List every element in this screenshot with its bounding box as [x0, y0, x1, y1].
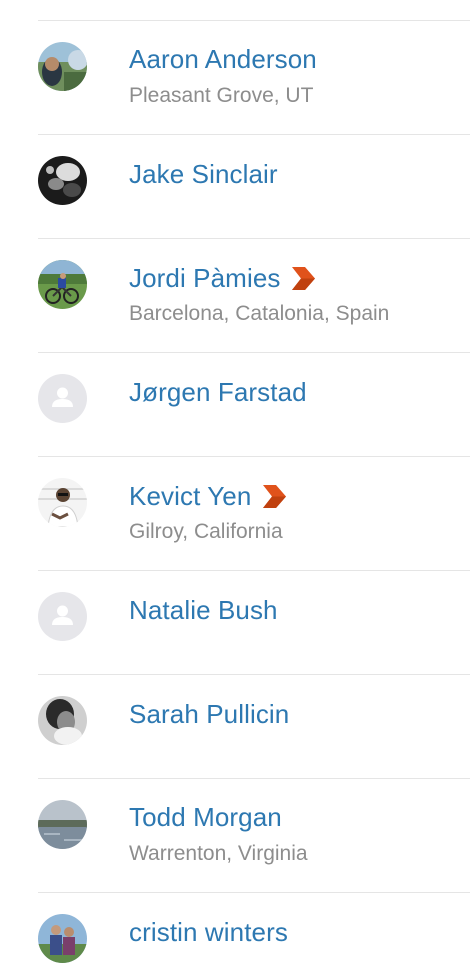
athlete-name[interactable]: Todd Morgan	[129, 802, 282, 832]
photo-bw-avatar	[38, 156, 87, 205]
athlete-name[interactable]: Jake Sinclair	[129, 159, 278, 189]
photo-lake-avatar	[38, 800, 87, 849]
athlete-name[interactable]: Kevict Yen	[129, 481, 251, 511]
athlete-avatar[interactable]	[38, 800, 87, 849]
athlete-name[interactable]: Sarah Pullicin	[129, 699, 289, 729]
photo-bw-portrait-avatar	[38, 696, 87, 745]
athlete-avatar[interactable]	[38, 478, 87, 527]
photo-landscape-avatar	[38, 42, 87, 91]
athlete-avatar[interactable]	[38, 696, 87, 745]
person-silhouette-icon	[38, 592, 87, 641]
photo-cyclist-avatar	[38, 260, 87, 309]
athlete-row[interactable]: Jørgen Farstad	[0, 353, 470, 456]
athlete-row[interactable]: Aaron Anderson Pleasant Grove, UT	[0, 21, 470, 134]
athlete-avatar[interactable]	[38, 592, 87, 641]
athlete-location: Warrenton, Virginia	[129, 842, 308, 865]
photo-person-avatar	[38, 478, 87, 527]
athlete-name[interactable]: Jørgen Farstad	[129, 377, 307, 407]
athlete-name[interactable]: cristin winters	[129, 917, 288, 947]
athlete-location: Gilroy, California	[129, 520, 283, 543]
athlete-row[interactable]: Jake Sinclair	[0, 135, 470, 238]
athlete-name[interactable]: Aaron Anderson	[129, 44, 317, 74]
person-silhouette-icon	[38, 374, 87, 423]
athlete-row[interactable]: cristin winters	[0, 893, 470, 976]
athlete-avatar[interactable]	[38, 260, 87, 309]
athlete-list: Aaron Anderson Pleasant Grove, UT Jake S…	[0, 0, 470, 976]
athlete-row[interactable]: Natalie Bush	[0, 571, 470, 674]
premium-chevron-icon	[290, 265, 317, 292]
athlete-name[interactable]: Jordi Pàmies	[129, 263, 280, 293]
athlete-avatar[interactable]	[38, 914, 87, 963]
premium-chevron-icon	[261, 483, 288, 510]
athlete-avatar[interactable]	[38, 42, 87, 91]
athlete-row[interactable]: Todd Morgan Warrenton, Virginia	[0, 779, 470, 892]
athlete-location: Barcelona, Catalonia, Spain	[129, 302, 390, 325]
athlete-avatar[interactable]	[38, 156, 87, 205]
athlete-name[interactable]: Natalie Bush	[129, 595, 278, 625]
athlete-row[interactable]: Jordi Pàmies Barcelona, Catalonia, Spain	[0, 239, 470, 352]
athlete-row[interactable]: Kevict Yen Gilroy, California	[0, 457, 470, 570]
athlete-location: Pleasant Grove, UT	[129, 84, 314, 107]
photo-couple-avatar	[38, 914, 87, 963]
athlete-row[interactable]: Sarah Pullicin	[0, 675, 470, 778]
athlete-avatar[interactable]	[38, 374, 87, 423]
